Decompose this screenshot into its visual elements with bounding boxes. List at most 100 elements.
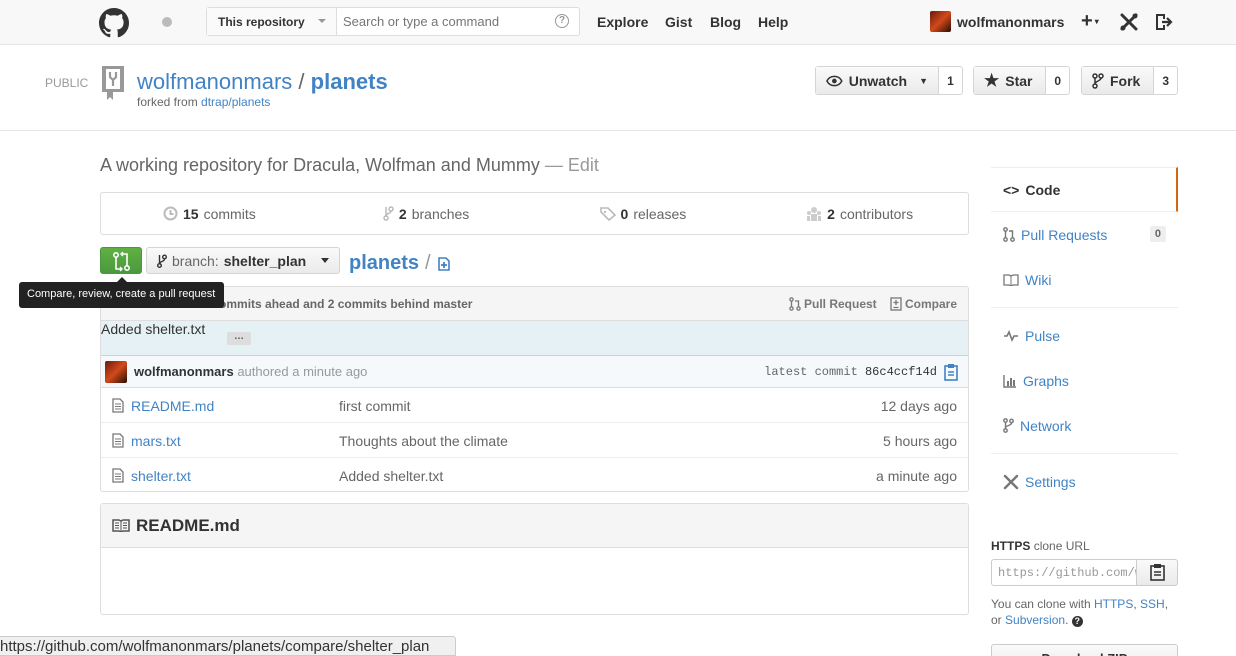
fork-button[interactable]: Fork bbox=[1082, 67, 1155, 94]
commit-author-link[interactable]: wolfmanonmars bbox=[134, 364, 234, 379]
file-navigation-box: This branch is 15 commits ahead and 2 co… bbox=[100, 286, 969, 492]
branch-icon bbox=[383, 206, 394, 221]
breadcrumb-separator: / bbox=[425, 252, 431, 274]
branch-selector[interactable]: branch: shelter_plan bbox=[146, 247, 340, 274]
repo-forked-icon bbox=[102, 66, 124, 100]
sign-out-icon[interactable] bbox=[1153, 12, 1173, 32]
compare-link[interactable]: Compare bbox=[890, 297, 957, 311]
repository-header: PUBLIC wolfmanonmars / planets forked fr… bbox=[0, 45, 1236, 131]
star-button[interactable]: ★ Star bbox=[974, 67, 1047, 94]
file-commit-message-link[interactable]: Added shelter.txt bbox=[339, 468, 443, 484]
contributors-link[interactable]: 2 contributors bbox=[751, 193, 968, 234]
account-settings-icon[interactable] bbox=[1119, 12, 1139, 32]
header-username[interactable]: wolfmanonmars bbox=[957, 14, 1064, 30]
clone-ssh-link[interactable]: SSH bbox=[1140, 597, 1165, 611]
github-octocat-icon[interactable] bbox=[99, 8, 129, 38]
clone-protocol[interactable]: HTTPS bbox=[991, 539, 1030, 553]
watch-button-group: Unwatch ▼ 1 bbox=[815, 66, 963, 95]
file-commit-message-link[interactable]: Thoughts about the climate bbox=[339, 433, 508, 449]
chevron-down-icon: ▾ bbox=[1094, 17, 1099, 26]
book-icon bbox=[112, 519, 130, 532]
watchers-count[interactable]: 1 bbox=[939, 67, 962, 94]
repo-name-link[interactable]: planets bbox=[311, 69, 388, 94]
organization-icon bbox=[807, 206, 822, 221]
contributors-count: 2 bbox=[827, 205, 835, 222]
network-icon bbox=[1003, 418, 1014, 433]
branches-count: 2 bbox=[398, 205, 407, 222]
visibility-label: PUBLIC bbox=[45, 76, 89, 90]
clone-svn-link[interactable]: Subversion bbox=[1005, 613, 1065, 627]
file-commit-message-link[interactable]: first commit bbox=[339, 398, 411, 414]
site-search: This repository ? bbox=[206, 7, 580, 36]
search-input[interactable] bbox=[337, 8, 547, 35]
diff-icon bbox=[890, 297, 902, 311]
search-scope-dropdown[interactable]: This repository bbox=[207, 8, 337, 35]
file-row: README.md first commit 12 days ago bbox=[101, 388, 968, 423]
sidebar-item-graphs[interactable]: Graphs bbox=[991, 358, 1178, 403]
download-zip-button[interactable]: Download ZIP bbox=[991, 644, 1178, 656]
tools-icon bbox=[1003, 474, 1019, 489]
browser-status-bar: https://github.com/wolfmanonmars/planets… bbox=[0, 636, 456, 656]
file-row: mars.txt Thoughts about the climate 5 ho… bbox=[101, 423, 968, 458]
file-age: 5 hours ago bbox=[883, 433, 957, 449]
sidebar-item-wiki[interactable]: Wiki bbox=[991, 257, 1178, 302]
new-file-icon[interactable] bbox=[437, 256, 451, 271]
clone-copy-button[interactable] bbox=[1136, 559, 1178, 586]
sidebar-item-network[interactable]: Network bbox=[991, 403, 1178, 448]
nav-blog[interactable]: Blog bbox=[710, 14, 741, 30]
nav-help[interactable]: Help bbox=[758, 14, 788, 30]
repo-owner-link[interactable]: wolfmanonmars bbox=[137, 69, 292, 94]
readme-header: README.md bbox=[101, 504, 968, 548]
forked-from: forked from dtrap/planets bbox=[137, 95, 271, 109]
sidebar-item-pull-requests[interactable]: Pull Requests 0 bbox=[991, 212, 1178, 257]
notification-dot-icon[interactable] bbox=[162, 17, 172, 27]
stargazers-count[interactable]: 0 bbox=[1046, 67, 1069, 94]
file-name-link[interactable]: mars.txt bbox=[131, 433, 181, 449]
pulse-icon bbox=[1004, 329, 1018, 342]
latest-commit-message-link[interactable]: Added shelter.txt bbox=[101, 321, 205, 337]
repo-name: planets bbox=[310, 69, 388, 94]
file-name-link[interactable]: README.md bbox=[131, 398, 214, 414]
clone-url-field[interactable]: https://github.com/w bbox=[991, 559, 1137, 586]
commit-author-avatar[interactable] bbox=[105, 361, 127, 383]
expand-commit-message-button[interactable]: … bbox=[227, 332, 251, 345]
compare-pull-request-button[interactable] bbox=[100, 247, 142, 274]
chevron-down-icon bbox=[318, 19, 326, 23]
clone-help-text: You can clone with HTTPS, SSH, or Subver… bbox=[991, 597, 1169, 627]
git-compare-icon bbox=[113, 251, 130, 272]
commit-sha-link[interactable]: 86c4ccf14d bbox=[865, 365, 937, 379]
current-branch-name: shelter_plan bbox=[223, 252, 307, 269]
clone-https-link[interactable]: HTTPS bbox=[1094, 597, 1133, 611]
forked-source-link[interactable]: dtrap/planets bbox=[201, 95, 270, 109]
sidebar-item-pulse[interactable]: Pulse bbox=[991, 313, 1178, 358]
releases-link[interactable]: 0 releases bbox=[535, 193, 752, 234]
forks-count[interactable]: 3 bbox=[1154, 67, 1177, 94]
site-header: This repository ? Explore Gist Blog Help… bbox=[0, 0, 1236, 45]
nav-gist[interactable]: Gist bbox=[665, 14, 692, 30]
sidebar-divider bbox=[991, 453, 1178, 454]
help-icon[interactable]: ? bbox=[1071, 616, 1083, 627]
chevron-down-icon bbox=[321, 258, 330, 263]
user-avatar[interactable] bbox=[930, 11, 951, 32]
readme-title: README.md bbox=[136, 515, 240, 535]
file-text-icon bbox=[112, 433, 124, 448]
fork-button-group: Fork 3 bbox=[1081, 66, 1178, 95]
edit-description-link[interactable]: — Edit bbox=[545, 155, 599, 175]
unwatch-button[interactable]: Unwatch ▼ bbox=[816, 67, 939, 94]
pull-request-link[interactable]: Pull Request bbox=[789, 297, 877, 311]
create-new-menu[interactable]: + ▾ bbox=[1081, 10, 1099, 33]
plus-icon: + bbox=[1081, 10, 1093, 32]
file-name-link[interactable]: shelter.txt bbox=[131, 468, 191, 484]
breadcrumb-repo-link[interactable]: planets bbox=[349, 252, 419, 275]
commits-link[interactable]: 15 commits bbox=[101, 193, 318, 234]
sidebar-item-settings[interactable]: Settings bbox=[991, 459, 1178, 504]
nav-explore[interactable]: Explore bbox=[597, 14, 648, 30]
sidebar-item-code[interactable]: <> Code bbox=[991, 167, 1178, 212]
branches-link[interactable]: 2 branches bbox=[318, 193, 535, 234]
chevron-down-icon: ▼ bbox=[919, 75, 928, 86]
book-icon bbox=[1003, 273, 1019, 286]
commit-authored-time: authored a minute ago bbox=[237, 364, 368, 379]
clipboard-copy-icon[interactable] bbox=[943, 363, 959, 381]
search-help-icon[interactable]: ? bbox=[555, 14, 569, 28]
repository-title: wolfmanonmars / planets bbox=[137, 69, 388, 95]
